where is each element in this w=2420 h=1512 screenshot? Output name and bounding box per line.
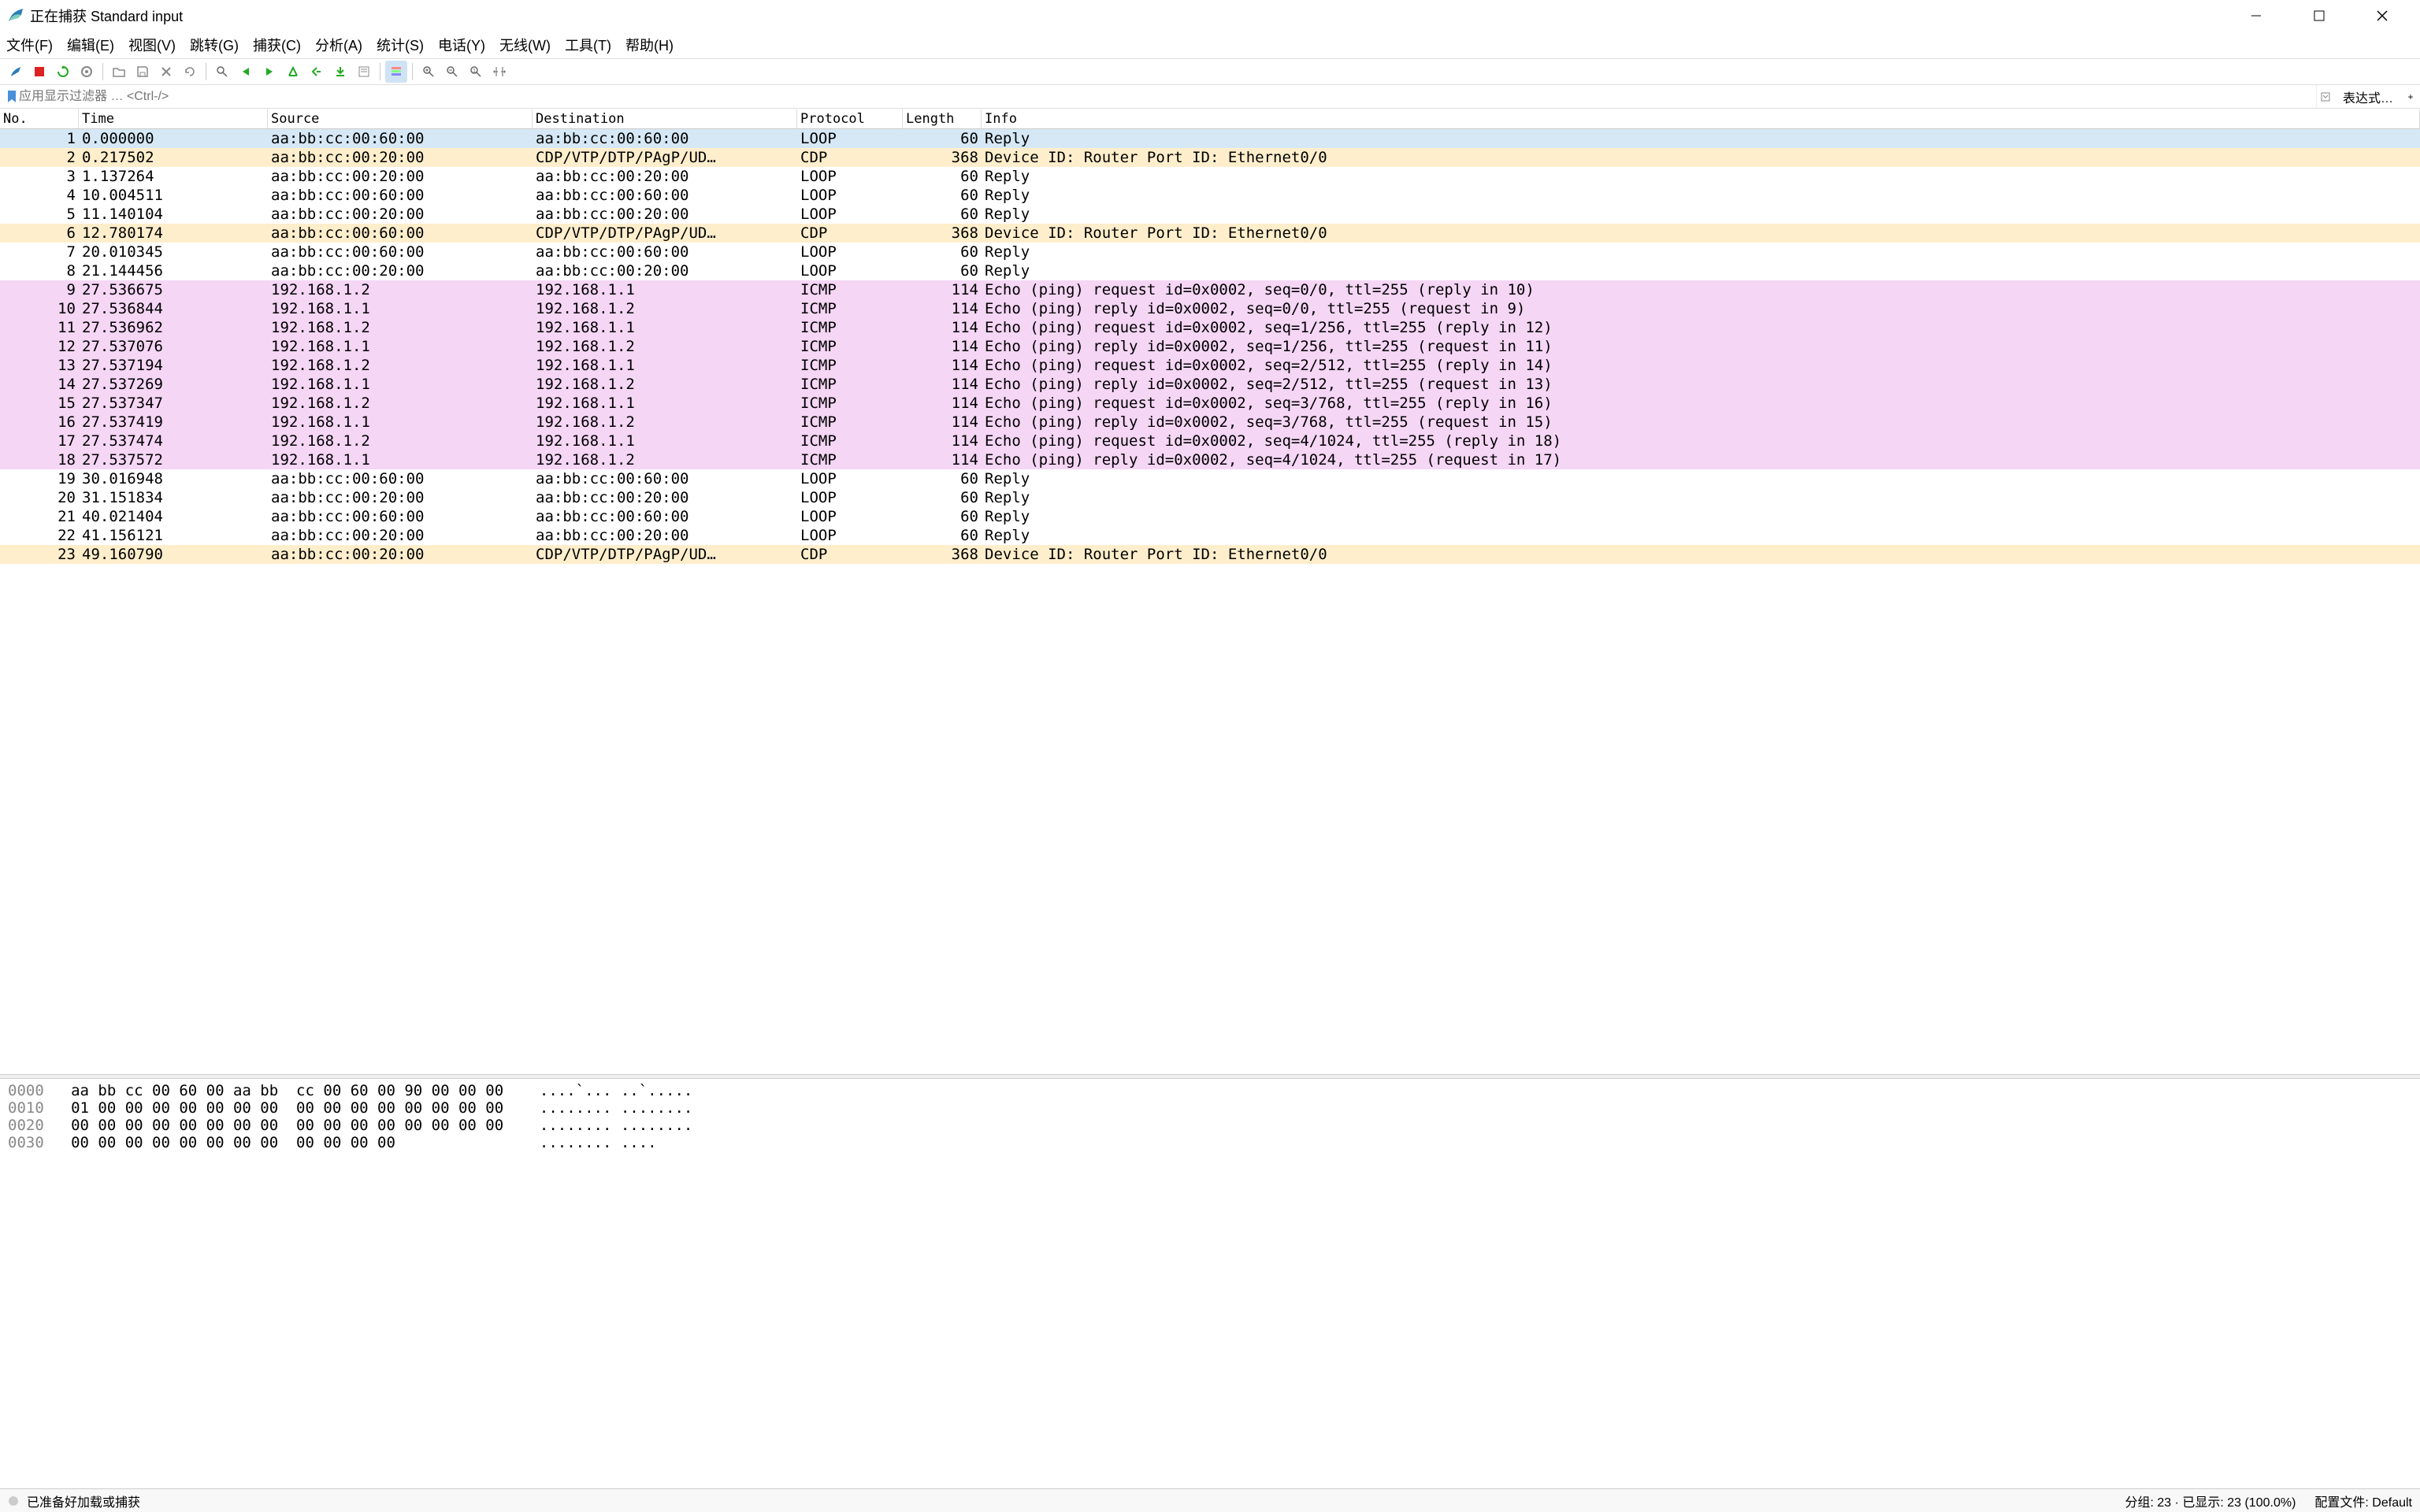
hex-pane[interactable]: 0000 aa bb cc 00 60 00 aa bb cc 00 60 00… [0, 1079, 2420, 1488]
close-file-icon[interactable] [155, 61, 177, 83]
packet-row[interactable]: 1327.537194192.168.1.2192.168.1.1ICMP114… [0, 356, 2420, 375]
app-icon [6, 6, 25, 25]
menu-telephony[interactable]: 电话(Y) [438, 35, 485, 55]
zoom-in-icon[interactable] [418, 61, 440, 83]
packet-row[interactable]: 1227.537076192.168.1.1192.168.1.2ICMP114… [0, 337, 2420, 356]
menu-help[interactable]: 帮助(H) [625, 35, 674, 55]
reload-icon[interactable] [179, 61, 201, 83]
menu-capture[interactable]: 捕获(C) [253, 35, 301, 55]
go-next-icon[interactable] [258, 61, 280, 83]
display-filter-input[interactable] [0, 86, 2316, 108]
find-packet-icon[interactable] [211, 61, 233, 83]
filter-dropdown-icon[interactable] [2316, 85, 2335, 108]
packet-row[interactable]: 1427.537269192.168.1.1192.168.1.2ICMP114… [0, 375, 2420, 394]
packet-row[interactable]: 1527.537347192.168.1.2192.168.1.1ICMP114… [0, 394, 2420, 413]
menu-edit[interactable]: 编辑(E) [67, 35, 114, 55]
col-protocol[interactable]: Protocol [797, 109, 903, 128]
packet-row[interactable]: 10.000000aa:bb:cc:00:60:00aa:bb:cc:00:60… [0, 129, 2420, 148]
packet-row[interactable]: 612.780174aa:bb:cc:00:60:00CDP/VTP/DTP/P… [0, 224, 2420, 243]
packet-row[interactable]: 2241.156121aa:bb:cc:00:20:00aa:bb:cc:00:… [0, 526, 2420, 545]
status-profile[interactable]: 配置文件: Default [2314, 1492, 2412, 1510]
auto-scroll-icon[interactable] [353, 61, 375, 83]
capture-options-icon[interactable] [76, 61, 98, 83]
packet-row[interactable]: 927.536675192.168.1.2192.168.1.1ICMP114E… [0, 280, 2420, 299]
titlebar: 正在捕获 Standard input [0, 0, 2420, 32]
zoom-reset-icon[interactable]: 1 [465, 61, 487, 83]
expression-button[interactable]: 表达式… [2335, 87, 2401, 106]
packet-row[interactable]: 1127.536962192.168.1.2192.168.1.1ICMP114… [0, 318, 2420, 337]
toolbar: 1 [0, 58, 2420, 85]
packet-row[interactable]: 20.217502aa:bb:cc:00:20:00CDP/VTP/DTP/PA… [0, 148, 2420, 167]
add-filter-button[interactable]: + [2401, 91, 2420, 102]
zoom-out-icon[interactable] [441, 61, 463, 83]
menu-go[interactable]: 跳转(G) [190, 35, 239, 55]
packet-row[interactable]: 1027.536844192.168.1.1192.168.1.2ICMP114… [0, 299, 2420, 318]
window-title: 正在捕获 Standard input [30, 6, 183, 26]
menubar: 文件(F) 编辑(E) 视图(V) 跳转(G) 捕获(C) 分析(A) 统计(S… [0, 32, 2420, 58]
close-button[interactable] [2351, 0, 2414, 32]
save-file-icon[interactable] [132, 61, 154, 83]
col-destination[interactable]: Destination [533, 109, 797, 128]
hex-line[interactable]: 0000 aa bb cc 00 60 00 aa bb cc 00 60 00… [8, 1082, 2412, 1099]
packet-row[interactable]: 31.137264aa:bb:cc:00:20:00aa:bb:cc:00:20… [0, 167, 2420, 186]
packet-row[interactable]: 2349.160790aa:bb:cc:00:20:00CDP/VTP/DTP/… [0, 545, 2420, 564]
minimize-button[interactable] [2225, 0, 2288, 32]
filter-bar: 表达式… + [0, 85, 2420, 109]
hex-line[interactable]: 0010 01 00 00 00 00 00 00 00 00 00 00 00… [8, 1099, 2412, 1117]
packet-row[interactable]: 1827.537572192.168.1.1192.168.1.2ICMP114… [0, 450, 2420, 469]
packet-list-header: No. Time Source Destination Protocol Len… [0, 109, 2420, 129]
go-last-icon[interactable] [329, 61, 351, 83]
packet-row[interactable]: 2140.021404aa:bb:cc:00:60:00aa:bb:cc:00:… [0, 507, 2420, 526]
packet-row[interactable]: 1930.016948aa:bb:cc:00:60:00aa:bb:cc:00:… [0, 469, 2420, 488]
menu-file[interactable]: 文件(F) [6, 35, 53, 55]
restart-capture-icon[interactable] [52, 61, 74, 83]
stop-capture-icon[interactable] [28, 61, 50, 83]
packet-row[interactable]: 821.144456aa:bb:cc:00:20:00aa:bb:cc:00:2… [0, 261, 2420, 280]
packet-row[interactable]: 410.004511aa:bb:cc:00:60:00aa:bb:cc:00:6… [0, 186, 2420, 205]
col-source[interactable]: Source [268, 109, 533, 128]
bookmark-icon[interactable] [6, 90, 17, 104]
colorize-icon[interactable] [385, 61, 407, 83]
hex-line[interactable]: 0020 00 00 00 00 00 00 00 00 00 00 00 00… [8, 1117, 2412, 1134]
start-capture-icon[interactable] [5, 61, 27, 83]
packet-row[interactable]: 720.010345aa:bb:cc:00:60:00aa:bb:cc:00:6… [0, 243, 2420, 261]
menu-stats[interactable]: 统计(S) [377, 35, 424, 55]
col-time[interactable]: Time [79, 109, 268, 128]
packet-row[interactable]: 1627.537419192.168.1.1192.168.1.2ICMP114… [0, 413, 2420, 432]
packet-row[interactable]: 511.140104aa:bb:cc:00:20:00aa:bb:cc:00:2… [0, 205, 2420, 224]
col-info[interactable]: Info [982, 109, 2420, 128]
packet-row[interactable]: 1727.537474192.168.1.2192.168.1.1ICMP114… [0, 432, 2420, 450]
resize-columns-icon[interactable] [488, 61, 510, 83]
menu-tools[interactable]: 工具(T) [565, 35, 611, 55]
packet-row[interactable]: 2031.151834aa:bb:cc:00:20:00aa:bb:cc:00:… [0, 488, 2420, 507]
col-no[interactable]: No. [0, 109, 79, 128]
packet-list[interactable]: 10.000000aa:bb:cc:00:60:00aa:bb:cc:00:60… [0, 129, 2420, 1074]
go-previous-icon[interactable] [235, 61, 257, 83]
svg-text:1: 1 [473, 69, 476, 74]
go-jump-icon[interactable] [282, 61, 304, 83]
menu-analyze[interactable]: 分析(A) [315, 35, 362, 55]
col-length[interactable]: Length [903, 109, 982, 128]
menu-wireless[interactable]: 无线(W) [499, 35, 551, 55]
status-ready: 已准备好加载或捕获 [27, 1492, 140, 1510]
expert-info-icon[interactable] [8, 1495, 19, 1506]
menu-view[interactable]: 视图(V) [128, 35, 176, 55]
status-packets: 分组: 23 · 已显示: 23 (100.0%) [2125, 1492, 2296, 1510]
maximize-button[interactable] [2288, 0, 2351, 32]
statusbar: 已准备好加载或捕获 分组: 23 · 已显示: 23 (100.0%) 配置文件… [0, 1488, 2420, 1512]
hex-line[interactable]: 0030 00 00 00 00 00 00 00 00 00 00 00 00… [8, 1134, 2412, 1151]
open-file-icon[interactable] [108, 61, 130, 83]
go-first-icon[interactable] [306, 61, 328, 83]
